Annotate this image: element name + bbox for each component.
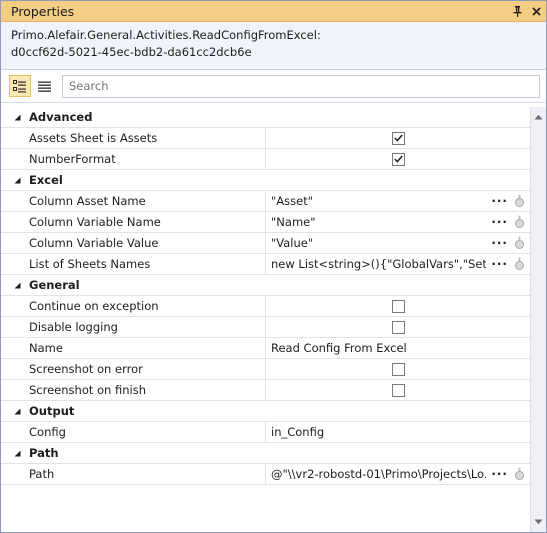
property-name: Column Variable Value	[1, 233, 266, 253]
collapse-arrow-icon[interactable]	[1, 114, 29, 121]
column-asset-name-value[interactable]: "Asset"	[271, 194, 486, 208]
property-row-name: Name Read Config From Excel	[1, 338, 530, 359]
scroll-down-icon[interactable]	[534, 514, 543, 528]
properties-panel: Properties Primo.Alefair.General.Activit…	[0, 0, 547, 533]
list-view-icon	[37, 81, 51, 92]
activity-id: d0ccf62d-5021-45ec-bdb2-da61cc2dcb6e	[11, 45, 252, 59]
property-name: Screenshot on finish	[1, 380, 266, 400]
pin-icon[interactable]	[513, 5, 522, 17]
collapse-arrow-icon[interactable]	[1, 408, 29, 415]
dropdown-icon[interactable]	[514, 467, 525, 483]
category-excel[interactable]: Excel	[1, 170, 530, 191]
category-label: General	[29, 278, 80, 292]
ellipsis-icon[interactable]: ···	[491, 233, 508, 253]
path-value[interactable]: @"\\vr2-robostd-01\Primo\Projects\Lo...	[271, 467, 486, 481]
ellipsis-icon[interactable]: ···	[491, 254, 508, 274]
category-label: Output	[29, 404, 75, 418]
alphabetical-view-button[interactable]	[33, 75, 55, 97]
property-name: Path	[1, 464, 266, 484]
vertical-scrollbar[interactable]	[530, 107, 546, 532]
dropdown-icon[interactable]	[514, 194, 525, 210]
collapse-arrow-icon[interactable]	[1, 282, 29, 289]
activity-path: Primo.Alefair.General.Activities.ReadCon…	[11, 28, 321, 42]
screenshot-on-error-checkbox[interactable]	[391, 362, 405, 376]
category-general[interactable]: General	[1, 275, 530, 296]
property-row-assets-sheet: Assets Sheet is Assets	[1, 128, 530, 149]
column-variable-name-value[interactable]: "Name"	[271, 215, 486, 229]
ellipsis-icon[interactable]: ···	[491, 212, 508, 232]
toolbar	[1, 70, 546, 103]
number-format-checkbox[interactable]	[391, 152, 405, 166]
ellipsis-icon[interactable]: ···	[491, 191, 508, 211]
property-row-column-variable-name: Column Variable Name "Name" ···	[1, 212, 530, 233]
ellipsis-icon[interactable]: ···	[491, 464, 508, 484]
collapse-arrow-icon[interactable]	[1, 450, 29, 457]
screenshot-on-finish-checkbox[interactable]	[391, 383, 405, 397]
property-row-config: Config in_Config	[1, 422, 530, 443]
category-label: Advanced	[29, 110, 93, 124]
property-name: Disable logging	[1, 317, 266, 337]
close-icon[interactable]	[532, 6, 541, 16]
title-bar: Properties	[1, 1, 546, 22]
property-name: List of Sheets Names	[1, 254, 266, 274]
property-name: Continue on exception	[1, 296, 266, 316]
property-grid: Advanced Assets Sheet is Assets NumberFo…	[1, 107, 530, 531]
continue-on-exception-checkbox[interactable]	[391, 299, 405, 313]
property-row-screenshot-on-finish: Screenshot on finish	[1, 380, 530, 401]
assets-sheet-checkbox[interactable]	[391, 131, 405, 145]
checkmark-icon	[393, 134, 403, 142]
dropdown-icon[interactable]	[514, 257, 525, 273]
checkmark-icon	[393, 155, 403, 163]
property-name: NumberFormat	[1, 149, 266, 169]
property-name: Assets Sheet is Assets	[1, 128, 266, 148]
property-row-column-asset-name: Column Asset Name "Asset" ···	[1, 191, 530, 212]
category-label: Excel	[29, 173, 63, 187]
property-name: Column Variable Name	[1, 212, 266, 232]
property-row-list-of-sheets: List of Sheets Names new List<string>(){…	[1, 254, 530, 275]
collapse-arrow-icon[interactable]	[1, 177, 29, 184]
panel-title: Properties	[11, 3, 75, 19]
property-name: Name	[1, 338, 266, 358]
property-row-continue-on-exception: Continue on exception	[1, 296, 530, 317]
property-row-disable-logging: Disable logging	[1, 317, 530, 338]
dropdown-icon[interactable]	[514, 236, 525, 252]
list-of-sheets-value[interactable]: new List<string>(){"GlobalVars","Settin.…	[271, 257, 486, 271]
dropdown-icon[interactable]	[514, 215, 525, 231]
category-advanced[interactable]: Advanced	[1, 107, 530, 128]
property-row-path: Path @"\\vr2-robostd-01\Primo\Projects\L…	[1, 464, 530, 485]
category-label: Path	[29, 446, 59, 460]
category-output[interactable]: Output	[1, 401, 530, 422]
search-input[interactable]	[62, 74, 540, 98]
property-name: Screenshot on error	[1, 359, 266, 379]
property-row-number-format: NumberFormat	[1, 149, 530, 170]
column-variable-value-value[interactable]: "Value"	[271, 236, 486, 250]
property-row-screenshot-on-error: Screenshot on error	[1, 359, 530, 380]
category-path[interactable]: Path	[1, 443, 530, 464]
categorized-view-icon	[13, 79, 26, 92]
property-name: Column Asset Name	[1, 191, 266, 211]
property-row-column-variable-value: Column Variable Value "Value" ···	[1, 233, 530, 254]
name-value[interactable]: Read Config From Excel	[271, 341, 486, 355]
scroll-up-icon[interactable]	[534, 109, 543, 123]
disable-logging-checkbox[interactable]	[391, 320, 405, 334]
activity-description: Primo.Alefair.General.Activities.ReadCon…	[1, 22, 546, 70]
categorized-view-button[interactable]	[9, 75, 31, 97]
property-name: Config	[1, 422, 266, 442]
config-value[interactable]: in_Config	[271, 425, 486, 439]
